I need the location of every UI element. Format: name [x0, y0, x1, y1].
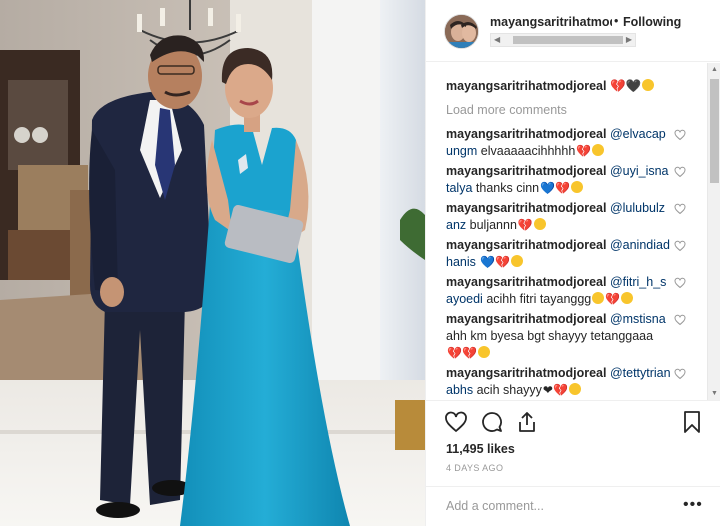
scroll-up-icon[interactable]: ▲	[711, 66, 718, 73]
smiling-face-emoji-icon	[642, 79, 655, 91]
comment-mention[interactable]: @mstisna	[610, 312, 666, 326]
smiling-face-emoji-icon	[533, 218, 546, 230]
comment-username[interactable]: mayangsaritrihatmodjoreal	[446, 366, 606, 380]
like-comment-heart-icon[interactable]	[674, 314, 686, 326]
comment-emoji: 💔	[605, 292, 621, 306]
caption-username[interactable]: mayangsaritrihatmodjoreal	[446, 79, 606, 93]
like-comment-heart-icon[interactable]	[674, 277, 686, 289]
avatar-image	[445, 15, 478, 48]
post-photo[interactable]	[0, 0, 425, 526]
vertical-scrollbar[interactable]: ▲ ▼	[707, 63, 720, 400]
caption-hearts: 💔🖤	[609, 79, 642, 93]
comment-text: elvaaaaacihhhhh	[480, 144, 576, 158]
photo-scene	[0, 0, 425, 526]
scroll-right-icon[interactable]: ▶	[626, 35, 632, 44]
follow-separator-dot: •	[614, 14, 619, 28]
list-item: mayangsaritrihatmodjoreal @lulubulzanz b…	[446, 200, 686, 234]
like-comment-heart-icon[interactable]	[674, 166, 686, 178]
smiling-face-emoji-icon	[511, 255, 524, 267]
smiling-face-emoji-icon	[568, 383, 581, 395]
scroll-down-icon[interactable]: ▼	[711, 390, 718, 397]
more-options-icon[interactable]: •••	[683, 496, 703, 514]
following-button[interactable]: Following	[623, 15, 681, 29]
like-comment-heart-icon[interactable]	[674, 240, 686, 252]
comment-username[interactable]: mayangsaritrihatmodjoreal	[446, 127, 606, 141]
speech-bubble-icon[interactable]	[480, 410, 504, 434]
post-detail-panel: mayangsaritrihatmodjoreal • Following ◀ …	[425, 0, 720, 526]
smiling-face-emoji-icon	[571, 181, 584, 193]
heart-outline-icon[interactable]	[444, 410, 468, 434]
post-author-username[interactable]: mayangsaritrihatmodjoreal	[490, 15, 612, 29]
share-icon[interactable]	[515, 410, 539, 434]
list-item: mayangsaritrihatmodjoreal @elvacapungm e…	[446, 126, 686, 160]
like-comment-heart-icon[interactable]	[674, 203, 686, 215]
comment-text: acihh fitri tayanggg	[486, 292, 592, 306]
comments-list: mayangsaritrihatmodjoreal 💔🖤 Load more c…	[426, 63, 720, 400]
comment-emoji: ❤💔	[542, 383, 568, 397]
post-actions: 11,495 likes 4 DAYS AGO	[426, 400, 720, 486]
comment-username[interactable]: mayangsaritrihatmodjoreal	[446, 201, 606, 215]
post-timestamp[interactable]: 4 DAYS AGO	[446, 463, 503, 473]
list-item: mayangsaritrihatmodjoreal @fitri_h_sayoe…	[446, 274, 686, 308]
likes-count[interactable]: 11,495 likes	[446, 442, 515, 456]
comment-text: ahh km byesa bgt shayyy tetanggaaa	[446, 329, 654, 343]
comment-emoji: 💔	[517, 218, 533, 232]
add-comment-bar: Add a comment... •••	[426, 486, 720, 526]
list-item: mayangsaritrihatmodjoreal @anindiadhanis…	[446, 237, 686, 271]
comment-emoji: 💙💔	[480, 255, 511, 269]
smiling-face-emoji-icon	[592, 144, 605, 156]
comment-input[interactable]: Add a comment...	[446, 499, 544, 513]
load-more-comments-link[interactable]: Load more comments	[446, 103, 567, 117]
comment-emoji: 💔	[576, 144, 592, 158]
comment-emoji: 💙💔	[540, 181, 571, 195]
grinning-face-emoji-icon	[592, 292, 605, 304]
comment-text: buljannn	[469, 218, 517, 232]
scrollbar-thumb[interactable]	[710, 79, 719, 183]
bookmark-icon[interactable]	[680, 410, 704, 434]
comment-username[interactable]: mayangsaritrihatmodjoreal	[446, 312, 606, 326]
comment-text: acih shayyy	[476, 383, 542, 397]
post-header: mayangsaritrihatmodjoreal • Following ◀ …	[426, 0, 720, 62]
scroll-left-icon[interactable]: ◀	[494, 35, 500, 44]
smiling-face-emoji-icon	[621, 292, 634, 304]
smiling-face-emoji-icon	[477, 346, 490, 358]
horizontal-scrollbar[interactable]: ◀ ▶	[490, 33, 636, 47]
scrollbar-thumb[interactable]	[513, 36, 623, 44]
avatar[interactable]	[444, 14, 479, 49]
comment-username[interactable]: mayangsaritrihatmodjoreal	[446, 164, 606, 178]
list-item: mayangsaritrihatmodjoreal @tettytrianabh…	[446, 365, 686, 399]
like-comment-heart-icon[interactable]	[674, 368, 686, 380]
comment-username[interactable]: mayangsaritrihatmodjoreal	[446, 275, 606, 289]
list-item: mayangsaritrihatmodjoreal @mstisna ahh k…	[446, 311, 686, 362]
list-item: mayangsaritrihatmodjoreal @uyi_isnatalya…	[446, 163, 686, 197]
comment-emoji: 💔💔	[447, 346, 477, 360]
like-comment-heart-icon[interactable]	[674, 129, 686, 141]
post-caption: mayangsaritrihatmodjoreal 💔🖤	[446, 79, 696, 94]
comment-text: thanks cinn	[475, 181, 540, 195]
comment-username[interactable]: mayangsaritrihatmodjoreal	[446, 238, 606, 252]
